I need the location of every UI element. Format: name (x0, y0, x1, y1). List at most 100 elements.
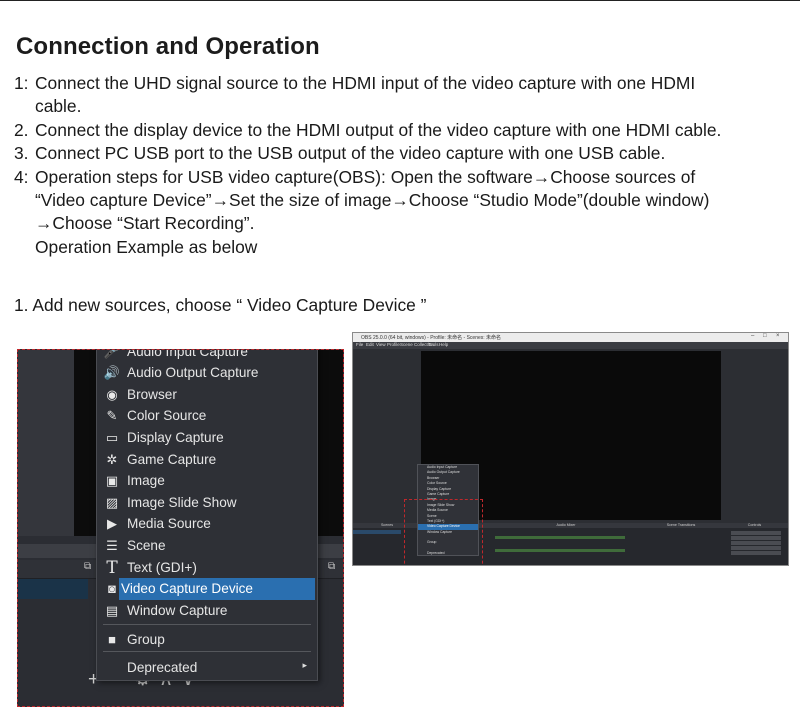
audio-meter (495, 549, 625, 552)
menu-item-window-capture[interactable]: ▤ Window Capture (97, 600, 317, 622)
menu-item-label: Video Capture Device (121, 581, 253, 596)
menu-separator (103, 651, 311, 652)
step-line: Connect PC USB port to the USB output of… (35, 143, 666, 164)
step-1: 1: Connect the UHD signal source to the … (14, 72, 794, 119)
menu-separator (103, 624, 311, 625)
selected-scene-row[interactable] (18, 579, 88, 599)
close-icon[interactable]: × (776, 333, 780, 339)
step-line: Connect the UHD signal source to the HDM… (35, 73, 696, 93)
menu-item-color-source[interactable]: ✎ Color Source (97, 405, 317, 427)
microphone-icon: 🎤 (103, 349, 121, 359)
menu-item-text-gdi[interactable]: T Text (GDI+) (97, 557, 317, 579)
top-rule (0, 0, 800, 1)
obs-full-screenshot: OBS 25.0.0 (64 bit, windows) - Profile: … (352, 332, 789, 566)
menu-item-label: Deprecated (127, 660, 198, 675)
minimize-icon[interactable]: – (751, 333, 754, 339)
menu-item-label: Group (127, 632, 165, 647)
gamepad-icon: ✲ (106, 452, 118, 467)
menu-item-media-source[interactable]: ▶ Media Source (97, 513, 317, 535)
step-number: 3. (14, 143, 29, 164)
menu-item-label: Display Capture (127, 430, 224, 445)
menu-item-label: Window Capture (127, 603, 228, 618)
step-number: 1: (14, 73, 29, 93)
menu-item-image-slide-show[interactable]: ▨ Image Slide Show (97, 492, 317, 514)
menu-item-video-capture-device[interactable]: ◙ Video Capture Device (108, 578, 315, 600)
menu-item-label: Browser (127, 387, 177, 402)
controls-dock-header: Controls (721, 523, 788, 528)
highlight-box (404, 499, 483, 565)
audio-mixer-dock-header: Audio Mixer (491, 523, 642, 528)
menu-item-label: Audio Input Capture (127, 349, 248, 359)
step-2: 2. Connect the display device to the HDM… (14, 119, 794, 142)
window-icon: ▤ (105, 603, 119, 618)
window-titlebar: OBS 25.0.0 (64 bit, windows) - Profile: … (353, 333, 788, 342)
undock-icon[interactable]: ⧉ (328, 561, 335, 572)
page-heading: Connection and Operation (16, 33, 320, 60)
menu-tools[interactable]: Tools (428, 342, 439, 347)
submenu-arrow-icon: ▸ (302, 660, 307, 670)
step-line: Operation steps for USB video capture(OB… (35, 166, 696, 187)
menu-profile[interactable]: Profile (387, 342, 400, 347)
undock-icon[interactable]: ⧉ (84, 561, 91, 572)
menu-item-game-capture[interactable]: ✲ Game Capture (97, 449, 317, 471)
settings-button[interactable] (731, 546, 781, 550)
audio-meter (495, 536, 625, 539)
menu-item-display-capture[interactable]: ▭ Display Capture (97, 427, 317, 449)
menu-item-label: Media Source (127, 516, 211, 531)
menu-item-label: Game Capture (127, 452, 217, 467)
menu-item-audio-input-capture[interactable]: 🎤 Audio Input Capture (97, 349, 317, 363)
list-icon: ☰ (106, 538, 118, 553)
menu-item-label: Image Slide Show (127, 495, 237, 510)
step-line: “Video capture Device”→Set the size of i… (35, 190, 710, 211)
dock-title: Controls (747, 523, 762, 527)
studio-mode-button[interactable] (731, 541, 781, 545)
menu-item-scene[interactable]: ☰ Scene (97, 535, 317, 557)
globe-icon: ◉ (106, 387, 118, 402)
preview-frame (18, 350, 74, 536)
menu-item-label: Text (GDI+) (127, 560, 197, 575)
slideshow-icon: ▨ (105, 495, 119, 510)
menu-view[interactable]: View (376, 342, 386, 347)
menu-edit[interactable]: Edit (366, 342, 374, 347)
start-streaming-button[interactable] (731, 531, 781, 535)
folder-icon: ■ (108, 632, 116, 647)
start-recording-button[interactable] (731, 536, 781, 540)
sub-heading: 1. Add new sources, choose “ Video Captu… (14, 295, 427, 315)
step-line: cable. (35, 96, 82, 117)
dock-title: Scene Transitions (666, 523, 696, 527)
menu-item-image[interactable]: ▣ Image (97, 470, 317, 492)
step-number: 2. (14, 119, 29, 140)
menu-item-label: Scene (127, 538, 166, 553)
menu-file[interactable]: File (356, 342, 363, 347)
window-title: OBS 25.0.0 (64 bit, windows) - Profile: … (361, 335, 502, 341)
dock-title: Audio Mixer (556, 523, 576, 527)
exit-button[interactable] (731, 551, 781, 555)
step-line: →Choose “Start Recording”. (35, 213, 255, 234)
transitions-dock-header: Scene Transitions (641, 523, 722, 528)
zoomed-obs-crop: ⧉ ⧉ +—⚙∧∨ 🎤Audio Input Capture 🔊Audio Ou… (17, 349, 344, 707)
menubar: File Edit View Profile Scene Collection … (353, 342, 788, 349)
step-line: Connect the display device to the HDMI o… (35, 119, 722, 140)
step-line: Operation Example as below (35, 236, 258, 257)
menu-item-label: Image (127, 473, 165, 488)
text-icon: T (106, 558, 118, 578)
camera-icon: ◙ (108, 581, 116, 596)
menu-item-group[interactable]: ■ Group (97, 629, 317, 651)
maximize-icon[interactable]: □ (763, 333, 767, 339)
brush-icon: ✎ (106, 408, 118, 423)
speaker-icon: 🔊 (103, 365, 121, 380)
step-3: 3. Connect PC USB port to the USB output… (14, 142, 794, 165)
step-4: 4: Operation steps for USB video capture… (14, 166, 794, 260)
monitor-icon: ▭ (105, 430, 119, 445)
menu-item-label: Color Source (127, 408, 207, 423)
play-icon: ▶ (107, 516, 117, 531)
image-icon: ▣ (105, 473, 119, 488)
step-number: 4: (14, 166, 29, 187)
add-source-menu: 🎤 Audio Input Capture 🔊 Audio Output Captu… (96, 349, 318, 681)
menu-item-audio-output-capture[interactable]: 🔊 Audio Output Capture (97, 362, 317, 384)
selected-scene-row[interactable] (353, 530, 401, 534)
menu-item-deprecated[interactable]: Deprecated ▸ (97, 657, 317, 679)
menu-item-browser[interactable]: ◉ Browser (97, 384, 317, 406)
left-canvas-area (353, 349, 421, 523)
menu-help[interactable]: Help (439, 342, 448, 347)
